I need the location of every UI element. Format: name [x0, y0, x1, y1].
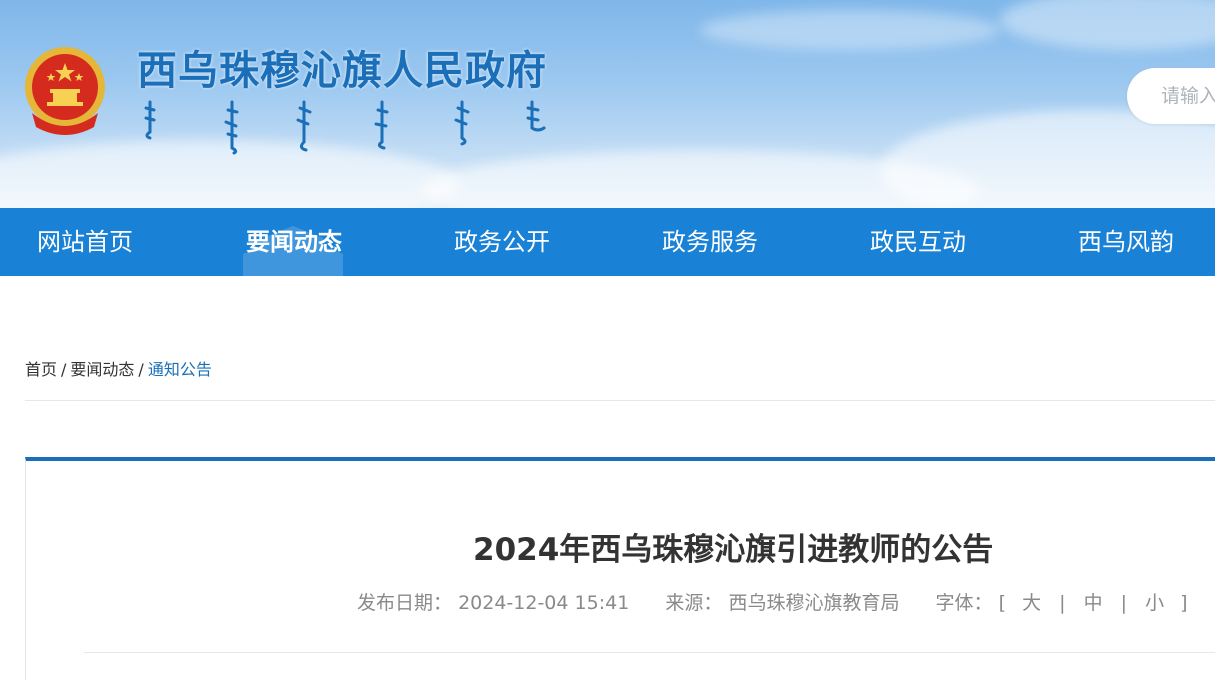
search-input[interactable] — [1159, 81, 1215, 111]
bracket-close: ] — [1180, 592, 1188, 614]
cloud-decoration — [700, 10, 1000, 50]
site-header: 西乌珠穆沁旗人民政府 — [0, 0, 1215, 208]
cloud-decoration — [880, 110, 1215, 208]
mongolian-title-graphic — [144, 100, 546, 155]
font-size-label: 字体： — [935, 592, 993, 614]
site-title[interactable]: 西乌珠穆沁旗人民政府 — [137, 38, 547, 96]
nav-item-gov-affairs[interactable]: 政务公开 — [454, 208, 550, 276]
national-emblem-icon[interactable] — [22, 43, 108, 135]
font-divider: | — [1120, 592, 1128, 614]
breadcrumb-separator: / — [138, 360, 144, 379]
nav-item-interaction[interactable]: 政民互动 — [870, 208, 966, 276]
breadcrumb-home[interactable]: 首页 — [25, 356, 57, 380]
meta-divider — [84, 652, 1215, 653]
publish-date: 2024-12-04 15:41 — [458, 592, 630, 614]
search-box[interactable] — [1127, 68, 1215, 124]
active-tab-watermark-icon — [243, 226, 343, 276]
nav-item-gov-services[interactable]: 政务服务 — [662, 208, 758, 276]
source-label: 来源： — [665, 592, 723, 614]
main-nav: 网站首页 要闻动态 政务公开 政务服务 政民互动 西乌风韵 — [0, 208, 1215, 276]
font-small-button[interactable]: 小 — [1145, 588, 1164, 615]
nav-item-culture[interactable]: 西乌风韵 — [1078, 208, 1174, 276]
nav-item-home[interactable]: 网站首页 — [37, 208, 133, 276]
breadcrumb-news[interactable]: 要闻动态 — [70, 356, 134, 380]
article-title: 2024年西乌珠穆沁旗引进教师的公告 — [473, 532, 994, 568]
publish-date-label: 发布日期： — [357, 592, 453, 614]
breadcrumb-separator: / — [61, 360, 67, 379]
breadcrumb: 首页 / 要闻动态 / 通知公告 — [25, 356, 212, 380]
breadcrumb-divider — [25, 400, 1215, 401]
font-divider: | — [1059, 592, 1066, 614]
source-value: 西乌珠穆沁旗教育局 — [728, 592, 900, 614]
cloud-decoration — [1000, 0, 1215, 50]
article-meta: 发布日期： 2024-12-04 15:41 来源： 西乌珠穆沁旗教育局 字体：… — [357, 588, 1188, 614]
bracket-open: [ — [998, 592, 1007, 614]
font-large-button[interactable]: 大 — [1022, 588, 1041, 615]
breadcrumb-notices[interactable]: 通知公告 — [148, 356, 212, 380]
font-medium-button[interactable]: 中 — [1084, 588, 1103, 615]
